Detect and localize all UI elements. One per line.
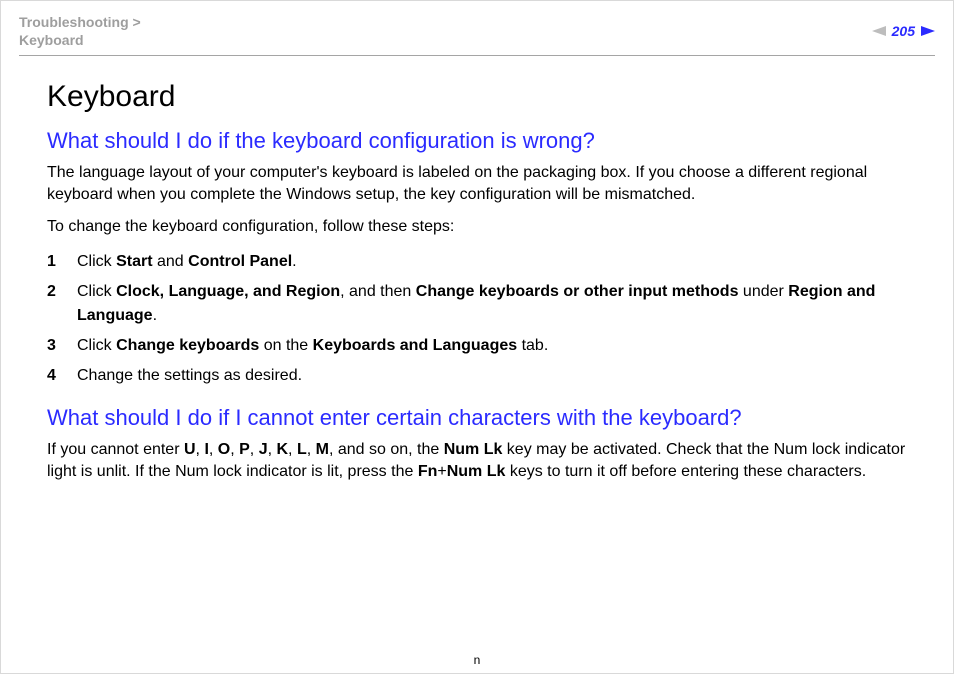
step-item: 3 Click Change keyboards on the Keyboard…: [47, 331, 907, 361]
section-heading-2: What should I do if I cannot enter certa…: [47, 405, 907, 431]
footer-mark: n: [474, 653, 481, 667]
step-number: 3: [47, 334, 56, 358]
step-number: 1: [47, 250, 56, 274]
document-page: Troubleshooting > Keyboard 205 Keyboard …: [0, 0, 954, 674]
step-text: Click Change keyboards on the Keyboards …: [77, 337, 548, 354]
step-item: 4 Change the settings as desired.: [47, 361, 907, 391]
paragraph: If you cannot enter U, I, O, P, J, K, L,…: [47, 439, 907, 482]
breadcrumb-page: Keyboard: [19, 32, 84, 48]
steps-list: 1 Click Start and Control Panel. 2 Click…: [47, 247, 907, 391]
page-number: 205: [892, 23, 915, 39]
breadcrumb: Troubleshooting > Keyboard: [19, 13, 141, 49]
header-divider: [19, 55, 935, 56]
step-text: Click Start and Control Panel.: [77, 253, 297, 270]
step-number: 4: [47, 364, 56, 388]
previous-page-arrow-icon[interactable]: [872, 26, 886, 36]
step-number: 2: [47, 280, 56, 304]
step-item: 2 Click Clock, Language, and Region, and…: [47, 277, 907, 331]
section-heading-1: What should I do if the keyboard configu…: [47, 128, 907, 154]
page-number-group: 205: [872, 13, 935, 39]
step-item: 1 Click Start and Control Panel.: [47, 247, 907, 277]
paragraph: To change the keyboard configuration, fo…: [47, 216, 907, 238]
content-area: Keyboard What should I do if the keyboar…: [19, 80, 935, 482]
breadcrumb-section: Troubleshooting >: [19, 14, 141, 30]
next-page-arrow-icon[interactable]: [921, 26, 935, 36]
step-text: Change the settings as desired.: [77, 367, 302, 384]
page-title: Keyboard: [47, 80, 907, 114]
page-header: Troubleshooting > Keyboard 205: [19, 13, 935, 53]
step-text: Click Clock, Language, and Region, and t…: [77, 283, 875, 324]
paragraph: The language layout of your computer's k…: [47, 162, 907, 205]
